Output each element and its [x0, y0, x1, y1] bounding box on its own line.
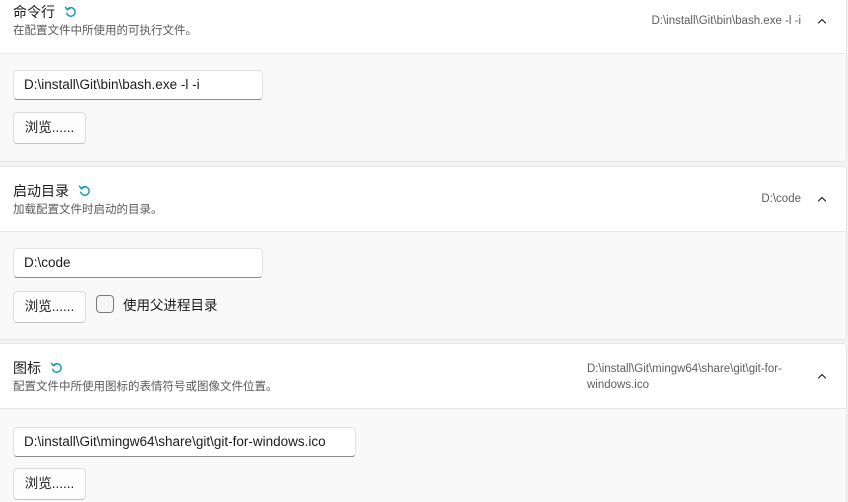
browse-button[interactable]: 浏览...... [13, 468, 86, 500]
command-line-input[interactable]: D:\install\Git\bin\bash.exe -l -i [13, 70, 263, 100]
starting-directory-input[interactable]: D:\code [13, 248, 263, 278]
value-line: windows.ico [587, 379, 649, 391]
icon-path-input[interactable]: D:\install\Git\mingw64\share\git\git-for… [13, 427, 356, 457]
use-parent-directory-checkbox[interactable] [96, 295, 114, 313]
starting-directory-header[interactable]: 启动目录 加载配置文件时启动的目录。 D:\code [0, 167, 846, 232]
use-parent-directory-option[interactable]: 使用父进程目录 [96, 294, 218, 314]
reset-icon[interactable] [64, 5, 78, 19]
icon-section: 图标 配置文件中所使用图标的表情符号或图像文件位置。 D:\install\Gi… [0, 343, 847, 502]
reset-icon[interactable] [78, 184, 92, 198]
starting-directory-description: 加载配置文件时启动的目录。 [13, 204, 163, 216]
browse-button[interactable]: 浏览...... [13, 291, 86, 323]
icon-current-value: D:\install\Git\mingw64\share\git\git-for… [587, 361, 782, 393]
starting-directory-current-value: D:\code [761, 191, 801, 207]
value-line: D:\code [761, 193, 801, 205]
profile-settings-page: 命令行 在配置文件中所使用的可执行文件。 D:\install\Git\bin\… [0, 0, 848, 502]
icon-title: 图标 [13, 360, 41, 376]
command-line-description: 在配置文件中所使用的可执行文件。 [13, 25, 197, 37]
icon-description: 配置文件中所使用图标的表情符号或图像文件位置。 [13, 381, 278, 393]
chevron-up-icon[interactable] [814, 368, 830, 384]
command-line-title: 命令行 [13, 4, 55, 20]
chevron-up-icon[interactable] [814, 13, 830, 29]
starting-directory-section: 启动目录 加载配置文件时启动的目录。 D:\code D:\code 浏览...… [0, 166, 847, 340]
value-line: D:\install\Git\bin\bash.exe -l -i [651, 15, 801, 27]
value-line: D:\install\Git\mingw64\share\git\git-for… [587, 363, 782, 375]
use-parent-directory-label: 使用父进程目录 [123, 298, 218, 313]
starting-directory-title: 启动目录 [13, 183, 69, 199]
command-line-current-value: D:\install\Git\bin\bash.exe -l -i [651, 13, 801, 29]
chevron-up-icon[interactable] [814, 191, 830, 207]
browse-button[interactable]: 浏览...... [13, 112, 86, 144]
icon-header[interactable]: 图标 配置文件中所使用图标的表情符号或图像文件位置。 D:\install\Gi… [0, 344, 846, 409]
command-line-section: 命令行 在配置文件中所使用的可执行文件。 D:\install\Git\bin\… [0, 0, 847, 162]
reset-icon[interactable] [50, 361, 64, 375]
command-line-header[interactable]: 命令行 在配置文件中所使用的可执行文件。 D:\install\Git\bin\… [0, 0, 846, 54]
